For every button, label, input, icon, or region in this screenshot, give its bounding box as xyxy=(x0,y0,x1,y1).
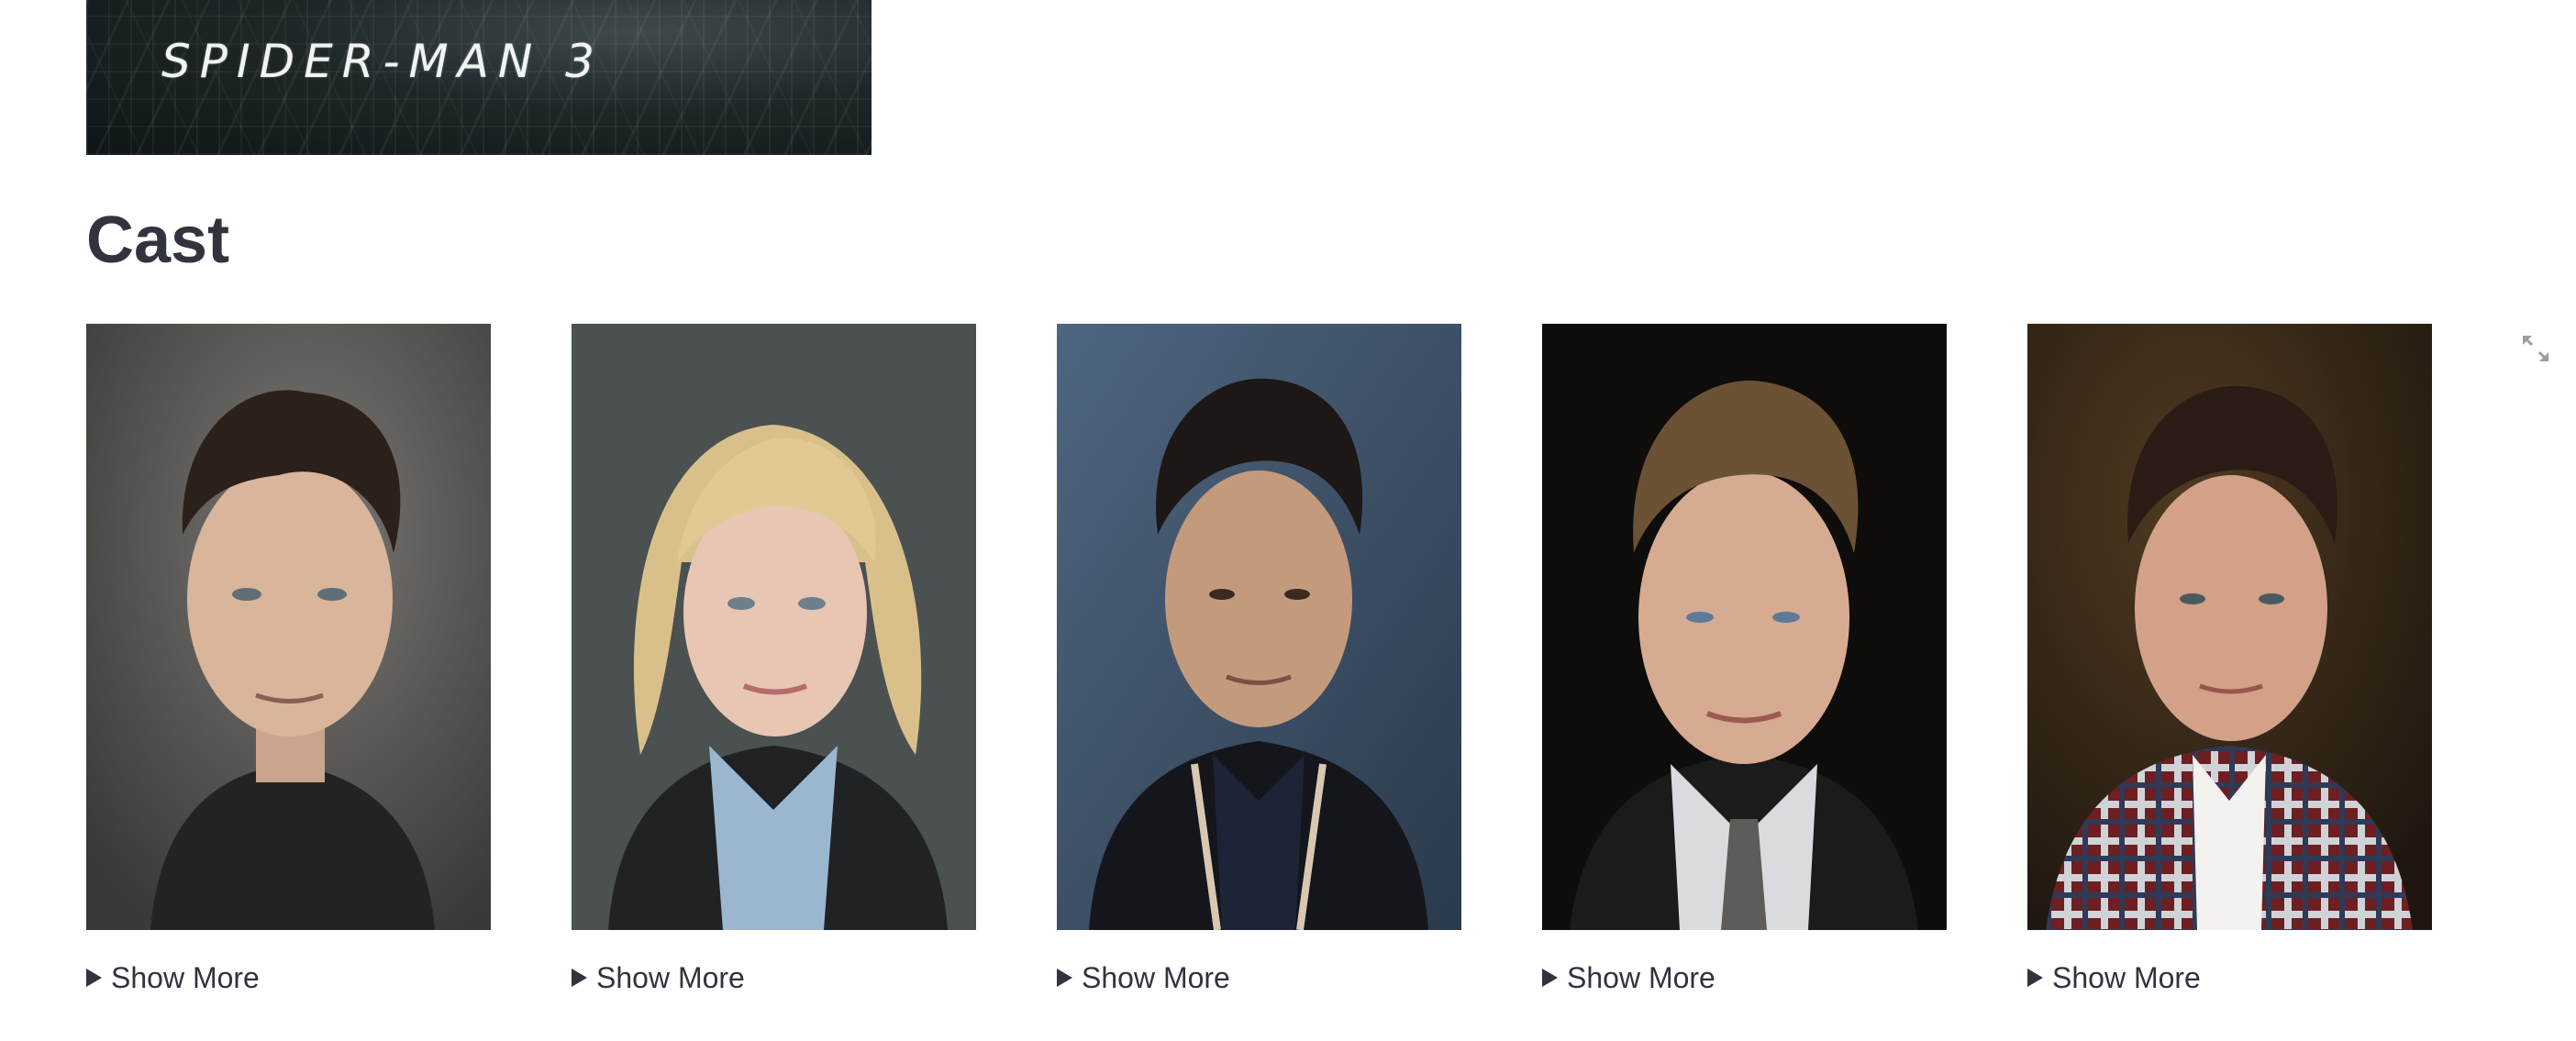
show-more-expander[interactable]: Show More xyxy=(86,959,260,996)
cast-portrait-image xyxy=(1057,324,1461,930)
show-more-label: Show More xyxy=(1567,960,1715,994)
cast-card: Show More xyxy=(1057,324,1461,994)
triangle-right-icon xyxy=(86,969,102,987)
section-title-cast: Cast xyxy=(86,204,230,277)
page: SPIDER-MAN 3 Cast Show More Show More Sh… xyxy=(0,0,2576,1041)
cast-card: Show More xyxy=(572,324,976,994)
show-more-expander[interactable]: Show More xyxy=(1542,959,1715,996)
cast-portrait-image xyxy=(572,324,976,930)
triangle-right-icon xyxy=(1057,969,1072,987)
cast-portrait-image xyxy=(2027,324,2432,930)
cast-card: Show More xyxy=(2027,324,2432,994)
triangle-right-icon xyxy=(572,969,587,987)
show-more-expander[interactable]: Show More xyxy=(572,959,745,996)
cast-card: Show More xyxy=(86,324,491,994)
show-more-label: Show More xyxy=(111,960,260,994)
show-more-expander[interactable]: Show More xyxy=(2027,959,2201,996)
show-more-label: Show More xyxy=(596,960,745,994)
show-more-expander[interactable]: Show More xyxy=(1057,959,1230,996)
triangle-right-icon xyxy=(1542,969,1558,987)
triangle-right-icon xyxy=(2027,969,2043,987)
cast-grid: Show More Show More Show More Show More … xyxy=(86,324,2435,1021)
movie-logo-text: SPIDER-MAN 3 xyxy=(161,35,604,88)
cast-card: Show More xyxy=(1542,324,1947,994)
show-more-label: Show More xyxy=(1082,960,1230,994)
movie-banner-image: SPIDER-MAN 3 xyxy=(86,0,872,155)
show-more-label: Show More xyxy=(2052,960,2201,994)
cast-portrait-image xyxy=(1542,324,1947,930)
expand-arrows-icon[interactable] xyxy=(2519,332,2552,365)
cast-portrait-image xyxy=(86,324,491,930)
